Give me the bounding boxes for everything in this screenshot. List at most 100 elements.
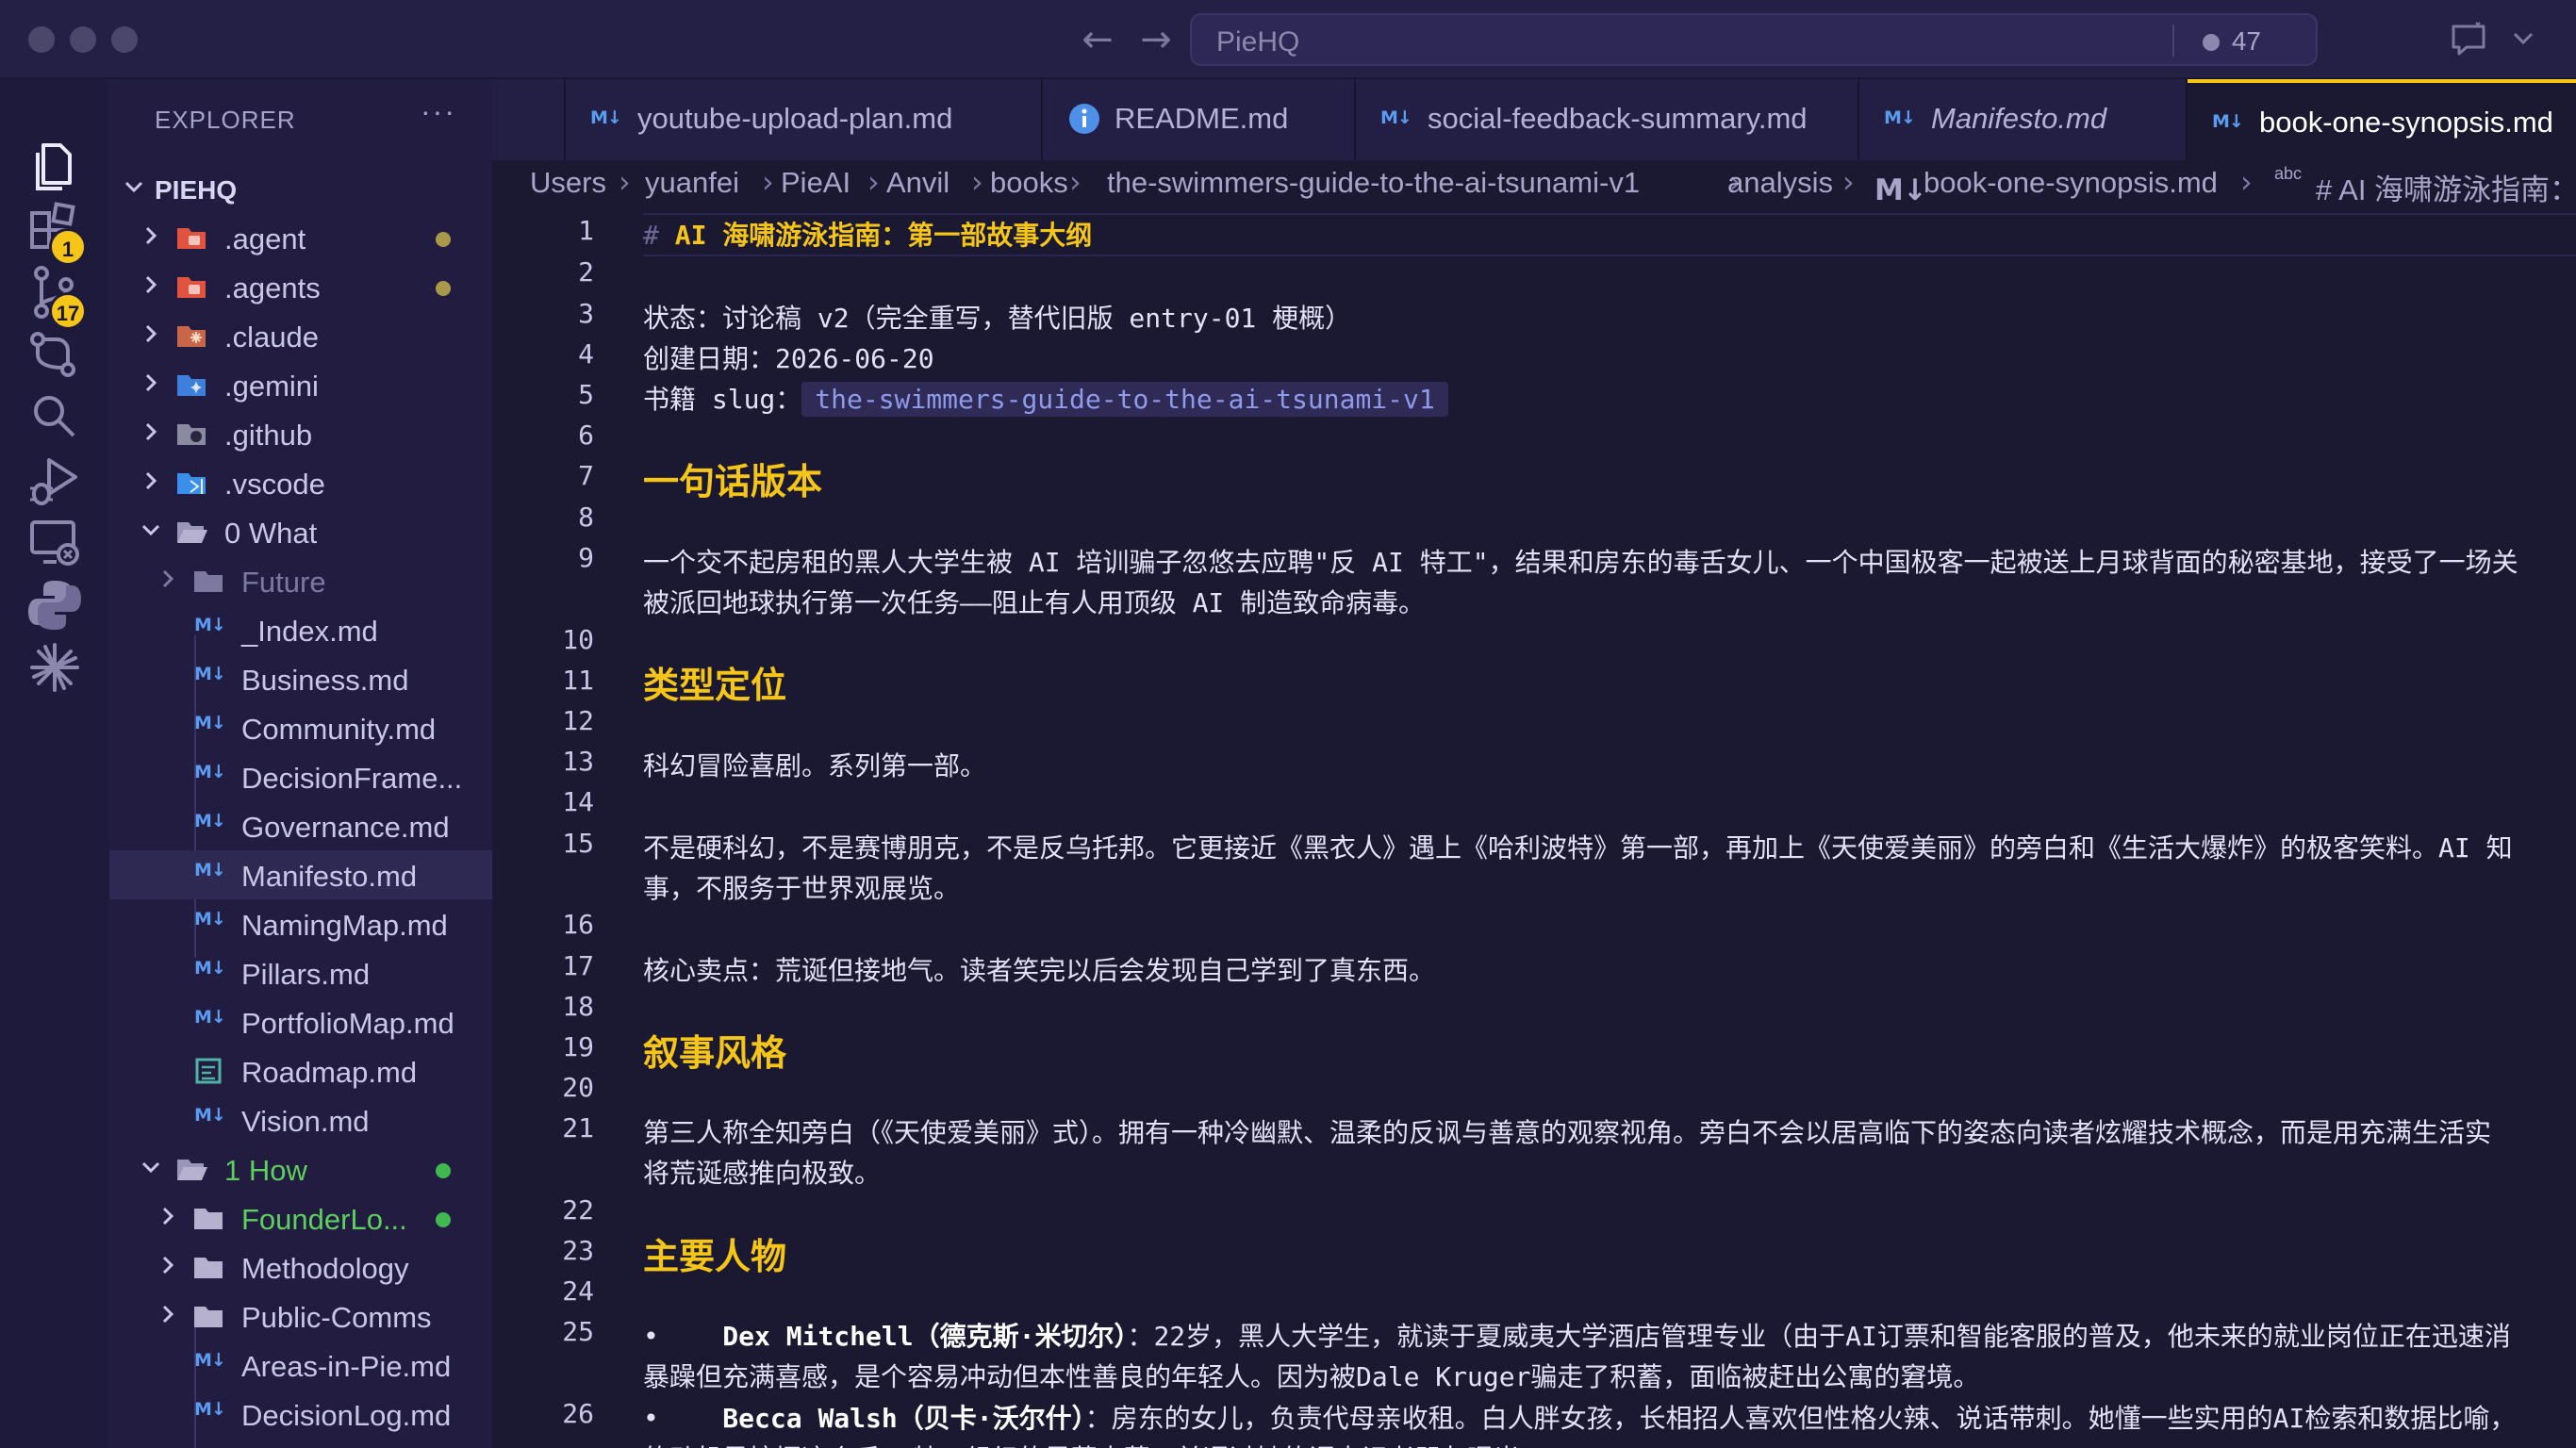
minimize-window-button[interactable] [70,26,96,53]
chevron-right-icon [153,564,183,599]
line-number: 22 [562,1194,594,1226]
tab-label: Manifesto.md [1931,102,2107,135]
tree-folder-vscode[interactable]: .vscode [109,458,492,507]
tree-label: 1 How [224,1154,307,1187]
breadcrumb-separator-icon: › [762,164,774,200]
gemini-folder-icon [175,370,207,400]
tab-social-feedback-summary[interactable]: M↓ social-feedback-summary.md [1356,79,1859,160]
breadcrumb-item[interactable]: Users [530,166,606,200]
tree-label: .claude [224,321,319,354]
tree-folder-claude[interactable]: .claude [109,311,492,360]
line-number: 14 [562,786,594,817]
back-arrow-icon[interactable]: ← [1075,17,1120,62]
workspace-root[interactable]: PIEHQ [109,164,492,213]
source-control-icon[interactable]: 17 [21,258,89,330]
breadcrumb-item[interactable]: # AI 海啸游泳指南： [2316,166,2576,208]
heading-1-text: AI 海啸游泳指南：第一部故事大纲 [674,220,1093,251]
tree-folder-gemini[interactable]: .gemini [109,360,492,409]
tree-file-vision-md[interactable]: M↓ Vision.md [109,1095,492,1144]
remote-explorer-icon[interactable] [21,509,89,577]
tree-file-decisionframe-md[interactable]: M↓ DecisionFrame... [109,752,492,801]
claude-sparkle-icon[interactable] [21,634,89,701]
breadcrumb: Users › yuanfei › PieAI › Anvil › books … [492,160,2576,209]
tree-file-roadmap-md[interactable]: Roadmap.md [109,1046,492,1095]
forward-arrow-icon[interactable]: → [1133,17,1179,62]
line-number: 13 [562,746,594,777]
tree-folder-founderlo[interactable]: FounderLo... [109,1193,492,1242]
breadcrumb-item[interactable]: book-one-synopsis.md [1924,166,2218,200]
heading-2-genre: 类型定位 [643,665,787,706]
breadcrumb-separator-icon: › [867,164,880,200]
breadcrumb-item[interactable]: analysis [1727,166,1833,200]
close-window-button[interactable] [28,26,55,53]
maximize-window-button[interactable] [111,26,138,53]
tree-file-manifesto-md[interactable]: M↓ Manifesto.md [109,850,492,899]
python-icon[interactable] [21,571,89,639]
breadcrumb-separator-icon: › [1842,164,1855,200]
chevron-down-icon[interactable] [2510,25,2536,51]
markdown-file-icon: M↓ [194,909,226,930]
tree-folder-agent[interactable]: .agent [109,213,492,262]
tree-folder-public-comms[interactable]: Public-Comms [109,1292,492,1341]
breadcrumb-item[interactable]: PieAI [781,166,850,200]
heading-2-main-characters: 主要人物 [643,1236,787,1277]
git-status-dot [436,1212,451,1227]
pull-requests-icon[interactable] [21,321,89,388]
tree-folder-future[interactable]: Future [109,556,492,605]
breadcrumb-item[interactable]: yuanfei [645,166,739,200]
line-number: 8 [578,502,594,533]
editor-pane[interactable]: 1 2 3 4 5 6 7 8 9 10 11 12 13 14 15 16 1… [492,209,2576,1448]
command-center-text: PieHQ [1216,26,1300,58]
tree-file-portfoliomap-md[interactable]: M↓ PortfolioMap.md [109,997,492,1046]
markdown-file-icon: M↓ [194,860,226,880]
tree-file-governance-md[interactable]: M↓ Governance.md [109,801,492,850]
tab-book-one-synopsis[interactable]: M↓ book-one-synopsis.md [2188,79,2576,160]
tree-label: Methodology [241,1252,409,1285]
chevron-down-icon [136,1152,166,1187]
tab-label: book-one-synopsis.md [2259,106,2553,139]
tree-file-pillars-md[interactable]: M↓ Pillars.md [109,948,492,997]
line-number: 20 [562,1072,594,1103]
tree-label: .github [224,419,313,452]
folder-icon [192,1301,224,1331]
chevron-right-icon [136,466,166,501]
modified-dot [436,232,451,247]
tree-file-index-md[interactable]: M↓ _Index.md [109,605,492,654]
list-item-line: • Dex Mitchell（德克斯·米切尔）：22岁，黑人大学生，就读于夏威夷… [643,1316,2511,1354]
extensions-icon[interactable]: 1 [21,196,89,266]
tree-file-areas-in-pie-md[interactable]: M↓ Areas-in-Pie.md [109,1341,492,1390]
tree-file-business-md[interactable]: M↓ Business.md [109,654,492,703]
search-icon[interactable] [21,383,89,451]
breadcrumb-item[interactable]: Anvil [886,166,949,200]
tree-folder-github[interactable]: .github [109,409,492,458]
tree-file-decisionlog-md[interactable]: M↓ DecisionLog.md [109,1390,492,1439]
tree-folder-methodology[interactable]: Methodology [109,1242,492,1292]
tab-manifesto[interactable]: M↓ Manifesto.md [1859,79,2188,160]
tree-file-community-md[interactable]: M↓ Community.md [109,703,492,752]
run-debug-icon[interactable] [21,447,89,515]
breadcrumb-item[interactable]: the-swimmers-guide-to-the-ai-tsunami-v1 [1107,166,1640,200]
tab-readme[interactable]: README.md [1043,79,1356,160]
explorer-sidebar: EXPLORER ··· PIEHQ .agent .agents .claud… [109,79,492,1448]
tree-file-namingmap-md[interactable]: M↓ NamingMap.md [109,899,492,948]
tree-folder-1-how[interactable]: 1 How [109,1144,492,1193]
list-item-line-wrap: 暴躁但充满喜感，是个容易冲动但本性善良的年轻人。因为被Dale Kruger骗走… [643,1361,1980,1392]
tab-overflow[interactable] [492,79,566,160]
line-number: 24 [562,1275,594,1307]
more-actions-button[interactable]: ··· [421,94,456,129]
tab-youtube-upload-plan[interactable]: M↓ youtube-upload-plan.md [566,79,1043,160]
paragraph-line-wrap: 被派回地球执行第一次任务——阻止有人用顶级 AI 制造致命病毒。 [643,587,1426,618]
tree-folder-agents[interactable]: .agents [109,262,492,311]
line-number: 23 [562,1235,594,1266]
line-number: 7 [578,460,594,491]
heading-1-line: # AI 海啸游泳指南：第一部故事大纲 [643,215,1092,253]
activity-bar: 1 17 [0,79,109,1448]
chevron-right-icon [136,270,166,304]
tree-folder-0-what[interactable]: 0 What [109,507,492,556]
command-center-search[interactable]: PieHQ 47 [1190,13,2318,66]
breadcrumb-separator-icon: › [1069,164,1082,200]
breadcrumb-item[interactable]: books [990,166,1068,200]
explorer-files-icon[interactable] [21,132,89,200]
folder-icon [192,1203,224,1233]
chat-icon[interactable] [2448,19,2489,60]
